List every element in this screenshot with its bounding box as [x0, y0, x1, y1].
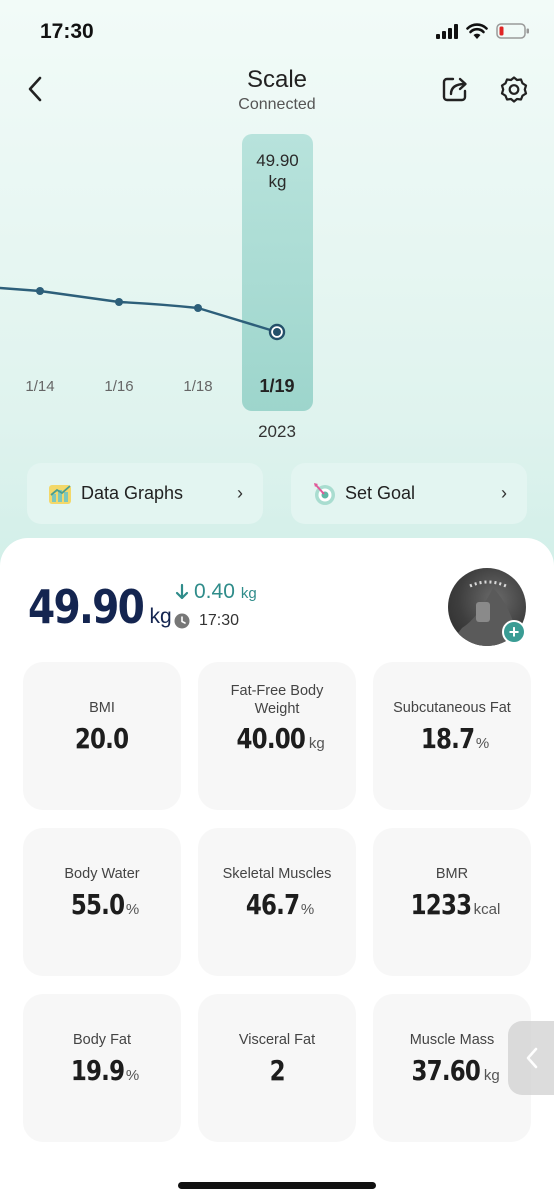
metric-card[interactable]: Body Fat 19.9% [23, 994, 181, 1142]
metric-number: 37.60 [411, 1054, 481, 1087]
status-icons [436, 22, 530, 40]
metric-unit: kg [308, 735, 325, 752]
measurement-time-value: 17:30 [199, 612, 240, 629]
chart-year: 2023 [258, 422, 296, 441]
status-time: 17:30 [40, 20, 94, 43]
metric-title: Body Fat [72, 1032, 132, 1048]
arrow-down-icon [175, 583, 189, 600]
add-user-button[interactable]: + [502, 620, 526, 644]
metric-title: Fat-Free Body Weight [230, 683, 324, 717]
measurement-time: 17:30 [174, 612, 239, 630]
x-tick-label: 1/18 [183, 378, 213, 395]
x-tick-label: 1/16 [104, 378, 134, 395]
bar-chart-icon [49, 484, 71, 504]
data-point [36, 287, 44, 295]
metric-card[interactable]: Visceral Fat 2 [198, 994, 356, 1142]
settings-button[interactable] [496, 72, 532, 108]
wifi-icon [466, 22, 488, 39]
status-bar: 17:30 [0, 0, 554, 62]
metric-card[interactable]: Body Water 55.0% [23, 828, 181, 976]
metric-value: 40.00 kg [198, 722, 356, 755]
header: Scale Connected [0, 62, 554, 122]
metric-unit: % [125, 901, 140, 918]
metric-card[interactable]: Subcutaneous Fat 18.7% [373, 662, 531, 810]
data-point [115, 298, 123, 306]
metric-value: 19.9% [23, 1054, 181, 1087]
set-goal-label: Set Goal [345, 483, 416, 503]
metric-title: BMI [89, 700, 115, 716]
home-indicator [178, 1182, 376, 1189]
metric-value: 20.0 [23, 722, 181, 755]
x-tick-label-selected: 1/19 [259, 376, 295, 396]
metric-card[interactable]: Fat-Free Body Weight 40.00 kg [198, 662, 356, 810]
metric-title: BMR [435, 866, 469, 882]
weight-change-value: 0.40 [194, 580, 235, 603]
x-tick-label: 1/14 [25, 378, 55, 395]
metric-title: Body Water [64, 866, 140, 882]
chevron-right-icon: › [237, 483, 243, 503]
weight-trend-chart[interactable]: 49.90 kg 1/14 1/16 1/18 1/19 2023 [0, 120, 554, 450]
metric-value: 55.0% [23, 888, 181, 921]
weight-change-unit: kg [240, 585, 257, 602]
metric-number: 1233 [410, 888, 471, 921]
metric-value: 18.7% [373, 722, 531, 755]
metric-title: Skeletal Muscles [222, 866, 332, 882]
chart-plot [0, 286, 286, 341]
chevron-left-icon [526, 1047, 538, 1069]
gear-icon [500, 76, 528, 103]
target-icon [314, 482, 335, 505]
metric-unit: % [300, 901, 315, 918]
metric-title: Subcutaneous Fat [393, 700, 511, 716]
metric-card[interactable]: Skeletal Muscles 46.7% [198, 828, 356, 976]
metric-value: 2 [198, 1054, 356, 1087]
metric-number: 46.7 [245, 888, 300, 921]
share-button[interactable] [438, 72, 472, 106]
metric-unit: kg [483, 1067, 500, 1084]
metric-number: 40.00 [236, 722, 306, 755]
data-graphs-button[interactable]: Data Graphs › [27, 463, 263, 524]
current-weight: 49.90 kg [28, 580, 172, 634]
metric-number: 19.9 [70, 1054, 125, 1087]
clock-icon [174, 613, 190, 629]
weight-unit: kg [149, 605, 172, 628]
metric-number: 2 [269, 1054, 285, 1087]
set-goal-button[interactable]: Set Goal › [291, 463, 527, 524]
metric-card[interactable]: BMR 1233 kcal [373, 828, 531, 976]
metric-unit: % [475, 735, 490, 752]
chevron-right-icon: › [501, 483, 507, 503]
share-icon [442, 77, 467, 102]
data-point [194, 304, 202, 312]
side-panel-toggle[interactable] [508, 1021, 554, 1095]
data-graphs-label: Data Graphs [81, 483, 184, 503]
metric-unit: % [125, 1067, 140, 1084]
cellular-signal-icon [436, 23, 458, 39]
metric-title: Visceral Fat [238, 1032, 316, 1048]
metric-unit: kcal [473, 901, 501, 918]
metric-card[interactable]: BMI 20.0 [23, 662, 181, 810]
metric-number: 20.0 [75, 722, 129, 755]
battery-icon [496, 23, 529, 39]
metric-value: 1233 kcal [373, 888, 531, 921]
metric-number: 55.0 [70, 888, 125, 921]
metric-number: 18.7 [420, 722, 475, 755]
metric-value: 46.7% [198, 888, 356, 921]
weight-value: 49.90 [28, 580, 145, 634]
weight-change: 0.40 kg [174, 580, 257, 604]
